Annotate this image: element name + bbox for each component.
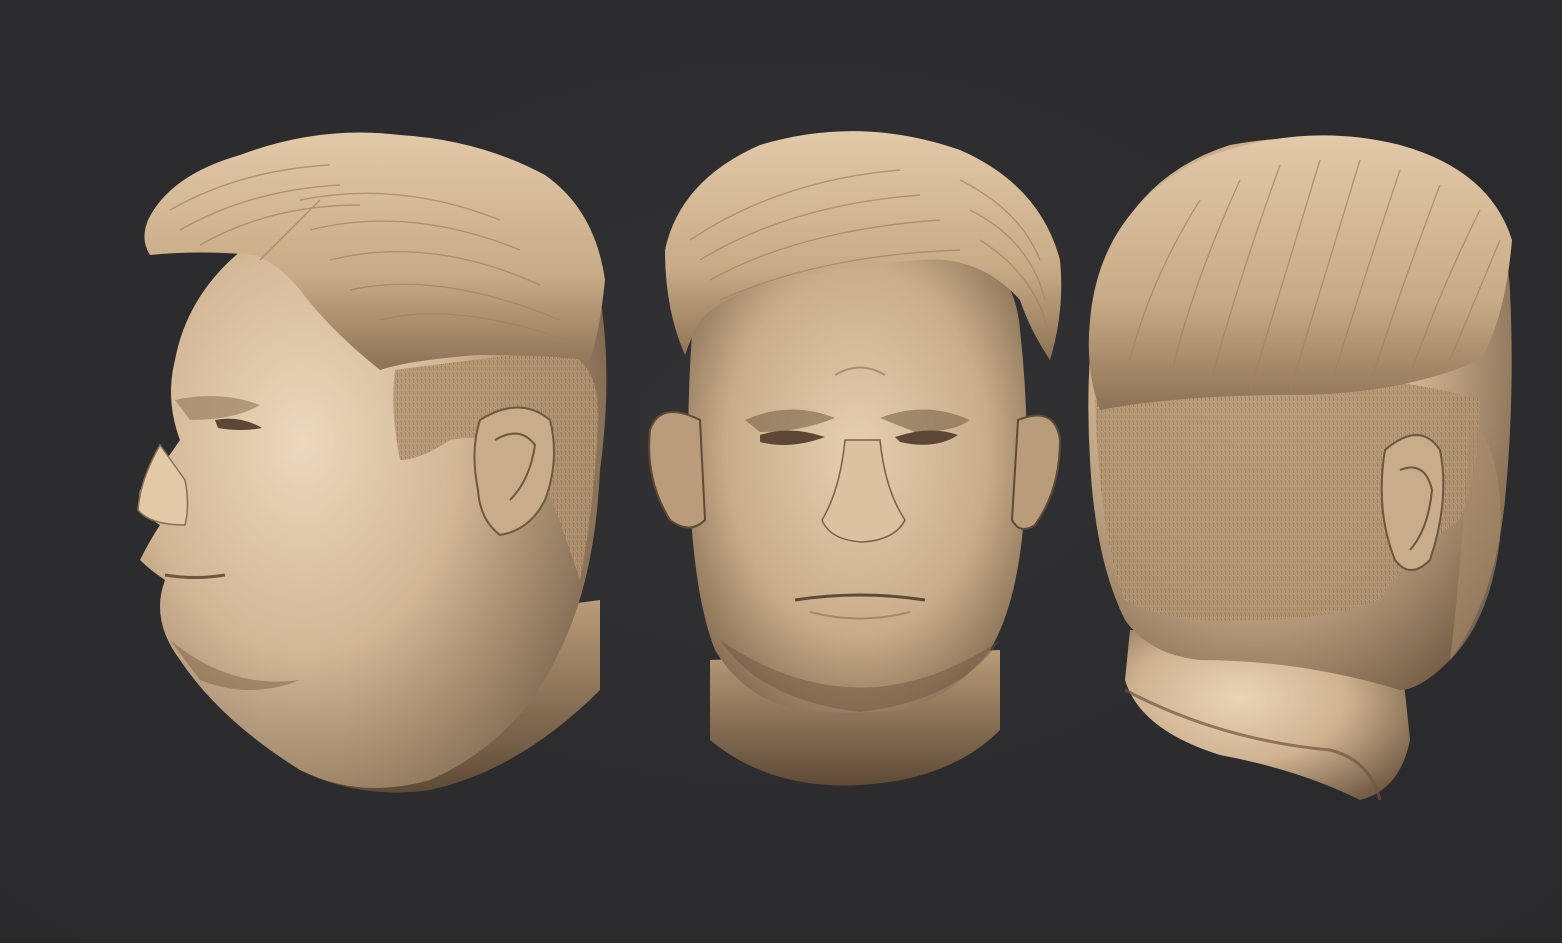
front-head-ear-left [648, 411, 707, 529]
front-head [648, 131, 1062, 786]
sculpt-viewport[interactable] [0, 0, 1562, 943]
left-profile-head [137, 132, 607, 793]
back-head [1088, 135, 1512, 801]
back-head-hair [1088, 135, 1512, 410]
sculpt-scene [137, 131, 1512, 801]
back-head-ear [1380, 434, 1445, 571]
front-head-ear-right [1010, 414, 1062, 530]
